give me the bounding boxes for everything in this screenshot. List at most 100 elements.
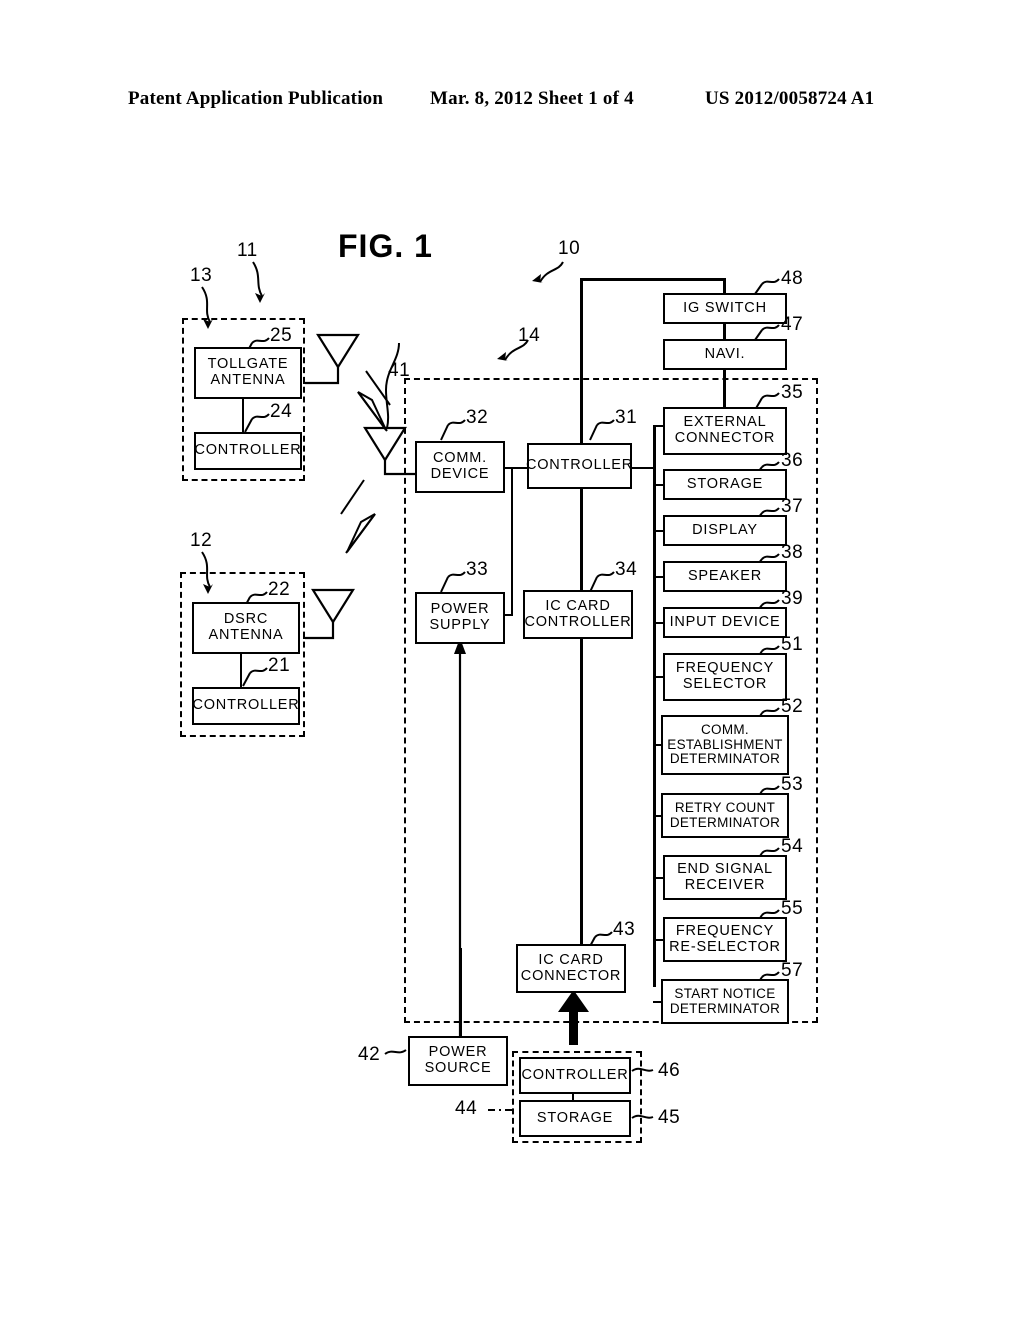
- ref-35: 35: [781, 382, 804, 403]
- ref-33: 33: [466, 559, 489, 580]
- line-commdevice-to-controller: [505, 467, 527, 470]
- block-ic-card-controller[interactable]: IC CARD CONTROLLER: [523, 590, 633, 639]
- ref-25: 25: [270, 325, 293, 346]
- block-external-connector-label: EXTERNAL CONNECTOR: [674, 414, 776, 446]
- ref-54: 54: [781, 836, 804, 857]
- block-comm-establishment-determinator[interactable]: COMM. ESTABLISHMENT DETERMINATOR: [661, 715, 789, 775]
- block-power-source[interactable]: POWER SOURCE: [408, 1036, 508, 1086]
- ref-57: 57: [781, 960, 804, 981]
- block-display[interactable]: DISPLAY: [663, 515, 787, 546]
- ref-45: 45: [658, 1107, 681, 1128]
- block-retry-count-determinator[interactable]: RETRY COUNT DETERMINATOR: [661, 793, 789, 838]
- line-controller-to-iccardcontroller: [580, 489, 583, 592]
- block-controller[interactable]: CONTROLLER: [525, 443, 634, 489]
- block-frequency-reselector[interactable]: FREQUENCY RE-SELECTOR: [663, 917, 787, 962]
- block-ig-switch[interactable]: IG SWITCH: [663, 293, 787, 324]
- page-header: Patent Application Publication Mar. 8, 2…: [0, 88, 1024, 114]
- block-frequency-selector[interactable]: FREQUENCY SELECTOR: [663, 653, 787, 701]
- header-date-sheet: Mar. 8, 2012 Sheet 1 of 4: [430, 88, 634, 109]
- block-dsrc-controller[interactable]: CONTROLLER: [192, 687, 300, 725]
- ref-22: 22: [268, 579, 291, 600]
- block-controller-label: CONTROLLER: [525, 457, 634, 474]
- ref-42: 42: [358, 1044, 381, 1065]
- dsrc-antenna-symbol: [311, 588, 355, 625]
- ref-52: 52: [781, 696, 804, 717]
- lower-peripheral-bus-vertical: [653, 607, 656, 987]
- line-tollgate-antenna-to-controller: [242, 399, 245, 432]
- block-ic-card-connector-label: IC CARD CONNECTOR: [520, 951, 622, 984]
- ref-14: 14: [518, 325, 541, 346]
- line-commdevice-powerbus-vertical: [511, 467, 514, 616]
- block-power-source-label: POWER SOURCE: [424, 1044, 492, 1076]
- line-controller-trunk-up: [580, 278, 583, 445]
- block-tollgate-controller-label: CONTROLLER: [194, 442, 302, 459]
- figure-title: FIG. 1: [338, 228, 433, 264]
- block-card-controller-label: CONTROLLER: [521, 1066, 629, 1083]
- ref-36: 36: [781, 450, 804, 471]
- block-navi-label: NAVI.: [704, 345, 746, 362]
- block-card-storage[interactable]: STORAGE: [519, 1100, 631, 1137]
- block-external-connector[interactable]: EXTERNAL CONNECTOR: [663, 407, 787, 455]
- line-igswitch-to-navi: [723, 323, 726, 339]
- block-tollgate-antenna-label: TOLLGATE ANTENNA: [207, 356, 289, 388]
- tollgate-antenna-symbol: [316, 333, 360, 370]
- header-publication-number: US 2012/0058724 A1: [705, 88, 875, 109]
- ref-53: 53: [781, 774, 804, 795]
- ref-41-leader: [384, 342, 400, 429]
- ref-43: 43: [613, 919, 636, 940]
- ref-10: 10: [558, 238, 581, 259]
- block-retry-count-determinator-label: RETRY COUNT DETERMINATOR: [669, 799, 781, 830]
- line-navi-to-externalconnector: [723, 368, 726, 407]
- ref-21: 21: [268, 655, 291, 676]
- ref-24: 24: [270, 401, 293, 422]
- block-tollgate-controller[interactable]: CONTROLLER: [194, 432, 302, 470]
- block-end-signal-receiver[interactable]: END SIGNAL RECEIVER: [663, 855, 787, 900]
- block-comm-establishment-determinator-label: COMM. ESTABLISHMENT DETERMINATOR: [667, 722, 783, 767]
- line-controller-to-peripheral-bus: [632, 467, 655, 470]
- block-dsrc-controller-label: CONTROLLER: [192, 697, 300, 714]
- ref-39: 39: [781, 588, 804, 609]
- vehicle-antenna-symbol: [363, 426, 407, 463]
- block-tollgate-antenna[interactable]: TOLLGATE ANTENNA: [194, 347, 302, 399]
- block-power-supply[interactable]: POWER SUPPLY: [415, 592, 505, 644]
- block-frequency-selector-label: FREQUENCY SELECTOR: [675, 660, 775, 692]
- line-igswitch-feed-down: [723, 278, 726, 294]
- line-powersource-trunk: [459, 948, 462, 1038]
- line-trunk-to-igswitch: [580, 278, 725, 281]
- peripheral-bus-vertical: [653, 425, 656, 607]
- block-comm-device[interactable]: COMM. DEVICE: [415, 441, 505, 493]
- block-comm-device-label: COMM. DEVICE: [430, 450, 490, 482]
- block-dsrc-antenna-label: DSRC ANTENNA: [208, 611, 284, 643]
- block-dsrc-antenna[interactable]: DSRC ANTENNA: [192, 602, 300, 654]
- block-power-supply-label: POWER SUPPLY: [429, 601, 491, 633]
- ref-46: 46: [658, 1060, 681, 1081]
- block-card-storage-label: STORAGE: [536, 1109, 614, 1126]
- line-dsrc-antenna-to-controller: [240, 654, 243, 687]
- ref-32: 32: [466, 407, 489, 428]
- ref-12: 12: [190, 530, 213, 551]
- block-start-notice-determinator-label: START NOTICE DETERMINATOR: [669, 985, 781, 1016]
- block-storage[interactable]: STORAGE: [663, 469, 787, 500]
- block-ic-card-connector[interactable]: IC CARD CONNECTOR: [516, 944, 626, 993]
- ref-38: 38: [781, 542, 804, 563]
- ref-13: 13: [190, 265, 213, 286]
- ref-44: 44: [455, 1098, 478, 1119]
- block-ic-card-controller-label: IC CARD CONTROLLER: [524, 597, 632, 630]
- patent-figure-page: Patent Application Publication Mar. 8, 2…: [0, 0, 1024, 1320]
- ref-31: 31: [615, 407, 638, 428]
- block-ig-switch-label: IG SWITCH: [683, 299, 767, 316]
- ref-34: 34: [615, 559, 638, 580]
- block-card-controller[interactable]: CONTROLLER: [519, 1057, 631, 1094]
- block-speaker[interactable]: SPEAKER: [663, 561, 787, 592]
- ref-41: 41: [388, 360, 411, 381]
- ref-37: 37: [781, 496, 804, 517]
- block-input-device[interactable]: INPUT DEVICE: [663, 607, 787, 638]
- header-publication-type: Patent Application Publication: [128, 88, 384, 109]
- ref-51: 51: [781, 634, 804, 655]
- line-iccardcontroller-to-connector: [580, 637, 583, 944]
- block-input-device-label: INPUT DEVICE: [669, 613, 781, 630]
- block-speaker-label: SPEAKER: [687, 567, 763, 584]
- block-start-notice-determinator[interactable]: START NOTICE DETERMINATOR: [661, 979, 789, 1024]
- block-end-signal-receiver-label: END SIGNAL RECEIVER: [677, 860, 773, 893]
- block-navi[interactable]: NAVI.: [663, 339, 787, 370]
